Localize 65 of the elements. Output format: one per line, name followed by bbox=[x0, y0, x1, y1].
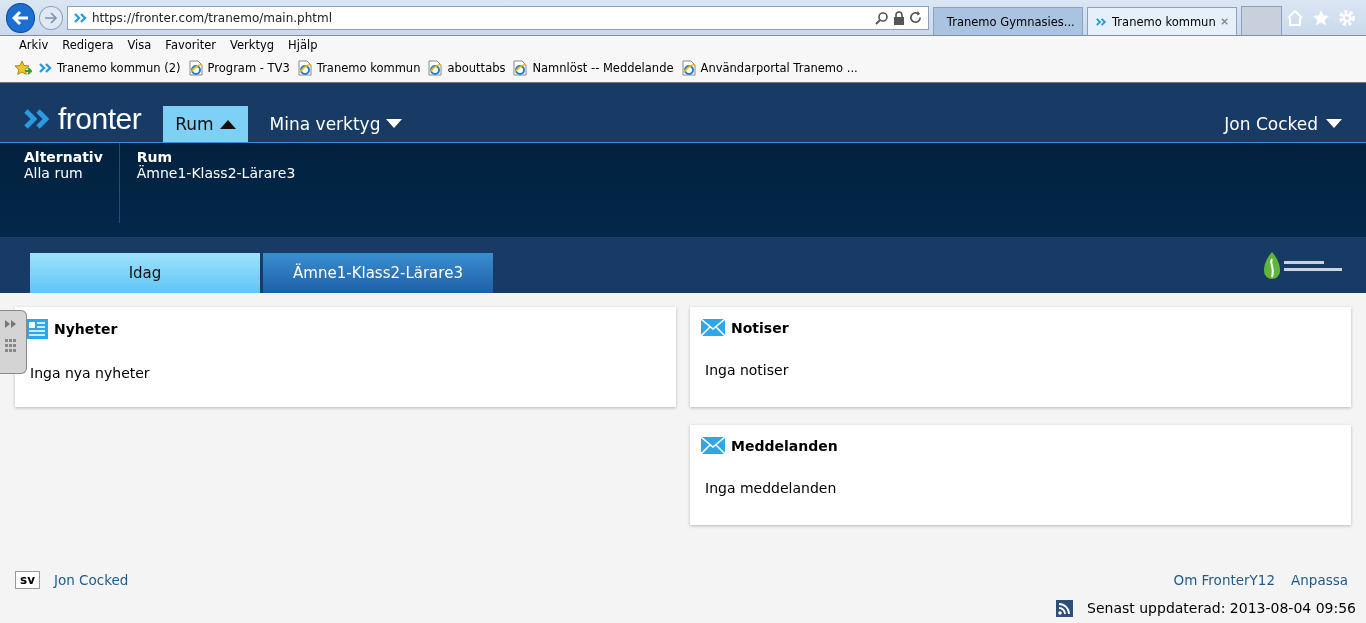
back-button[interactable] bbox=[6, 2, 36, 33]
lock-icon bbox=[892, 10, 905, 25]
widget-title: Nyheter bbox=[54, 321, 118, 337]
browser-tab[interactable]: Tranemo kommun bbox=[1086, 7, 1237, 35]
user-link[interactable]: Jon Cocked bbox=[53, 572, 129, 588]
forward-button[interactable] bbox=[39, 5, 63, 30]
panel-link[interactable]: Ämne1-Klass2-Lärare3 bbox=[136, 165, 296, 181]
caret-down-icon bbox=[386, 119, 403, 129]
favorite-link[interactable]: Användarportal Tranemo ... bbox=[680, 60, 858, 76]
widget-title: Meddelanden bbox=[731, 437, 838, 454]
forward-arrow-icon bbox=[44, 11, 59, 24]
page-tab[interactable]: Idag bbox=[30, 253, 260, 293]
page-icon bbox=[512, 60, 529, 76]
caret-down-icon bbox=[1326, 119, 1342, 129]
panel-heading: Alternativ bbox=[24, 149, 103, 165]
menu-item[interactable]: Favoriter bbox=[158, 38, 223, 52]
favorite-link[interactable]: Tranemo kommun bbox=[296, 60, 421, 76]
page-icon bbox=[680, 60, 697, 76]
favorite-link[interactable]: Namnlöst -- Meddelande bbox=[512, 60, 674, 76]
user-menu[interactable]: Jon Cocked bbox=[1224, 106, 1342, 142]
chevrons-icon bbox=[24, 109, 52, 129]
page-tab[interactable]: Ämne1-Klass2-Lärare3 bbox=[263, 253, 493, 293]
favorite-link[interactable]: Tranemo kommun (2) bbox=[39, 61, 181, 75]
last-updated-text: Senast uppdaterad: 2013-08-04 09:56 bbox=[1087, 600, 1356, 616]
footer-link[interactable]: Anpassa bbox=[1291, 572, 1348, 588]
refresh-icon[interactable] bbox=[908, 11, 922, 24]
menu-item[interactable]: Hjälp bbox=[281, 38, 325, 52]
widget-message: Inga meddelanden bbox=[705, 480, 838, 496]
language-code[interactable]: sv bbox=[15, 571, 40, 589]
page-icon bbox=[296, 60, 313, 76]
panel-heading: Rum bbox=[136, 149, 174, 165]
menu-item[interactable]: Visa bbox=[120, 38, 159, 52]
chevrons-icon bbox=[1095, 16, 1108, 27]
widget-message: Inga nya nyheter bbox=[30, 365, 151, 381]
chevrons-icon bbox=[39, 63, 53, 73]
caret-up-icon bbox=[219, 119, 236, 129]
rss-icon[interactable] bbox=[1056, 599, 1074, 617]
panel-link[interactable]: Alla rum bbox=[24, 165, 103, 181]
side-panel-handle[interactable] bbox=[0, 310, 27, 374]
widget-message: Inga notiser bbox=[705, 362, 790, 378]
page-icon bbox=[427, 60, 444, 76]
menu-item[interactable]: Arkiv bbox=[12, 38, 56, 52]
page-icon bbox=[187, 60, 204, 76]
star-icon[interactable] bbox=[1312, 8, 1330, 27]
news-icon bbox=[26, 319, 48, 339]
favorites-star-icon[interactable] bbox=[14, 60, 32, 76]
menu-item[interactable]: Redigera bbox=[55, 38, 121, 52]
address-bar[interactable]: https://fronter.com/tranemo/main.phtml bbox=[66, 5, 929, 30]
menu-item[interactable]: Verktyg bbox=[223, 38, 282, 52]
widget-title: Notiser bbox=[731, 319, 789, 336]
search-icon[interactable] bbox=[874, 10, 889, 25]
chevrons-icon bbox=[73, 12, 88, 23]
footer-link[interactable]: Om FronterY12 bbox=[1173, 572, 1275, 588]
close-icon[interactable] bbox=[1220, 17, 1228, 26]
new-tab-button[interactable] bbox=[1240, 6, 1282, 35]
school-logo-icon bbox=[1262, 250, 1344, 281]
logo-text: fronter bbox=[58, 102, 142, 136]
browser-tab[interactable]: Tranemo Gymnasies... bbox=[932, 7, 1083, 35]
envelope-icon bbox=[701, 437, 725, 454]
back-arrow-icon bbox=[11, 9, 30, 26]
nav-menu[interactable]: Rum bbox=[163, 106, 248, 142]
favorite-link[interactable]: Program - TV3 bbox=[187, 60, 290, 76]
envelope-icon bbox=[701, 319, 725, 336]
favorite-link[interactable]: abouttabs bbox=[427, 60, 506, 76]
nav-menu[interactable]: Mina verktyg bbox=[257, 106, 415, 142]
